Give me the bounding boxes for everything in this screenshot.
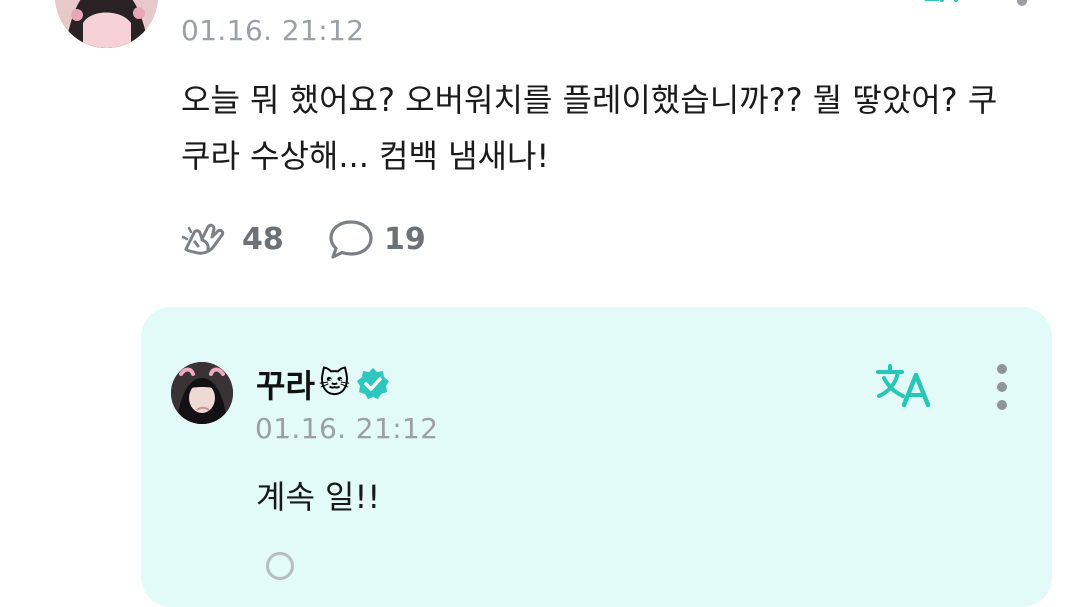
cheer-hands-icon [181, 223, 225, 255]
post-body: 오늘 뭐 했어요? 오버워치를 플레이했습니까?? 뭘 땋았어? 쿠쿠라 수상해… [181, 81, 998, 175]
verified-badge-icon [357, 368, 390, 399]
reply-author-name[interactable]: 꾸라 [256, 361, 315, 407]
post-timestamp: 01.16. 21:12 [181, 14, 365, 47]
more-dot [997, 400, 1007, 410]
reply-action-icon[interactable] [266, 552, 294, 580]
comment-count: 19 [384, 221, 426, 257]
reply-avatar[interactable] [171, 362, 233, 424]
translate-icon[interactable] [918, 0, 958, 8]
speech-bubble-icon [329, 220, 373, 259]
more-dot [997, 382, 1007, 392]
reply-avatar-image [171, 362, 233, 424]
reply-author: 꾸라 🐱 [256, 362, 390, 406]
like-button[interactable]: 48 [180, 218, 284, 260]
reply-body: 계속 일!! [256, 478, 381, 516]
avatar-image [55, 0, 158, 48]
avatar[interactable] [55, 0, 158, 48]
more-options-icon[interactable] [1017, 0, 1027, 6]
comment-button[interactable]: 19 [328, 218, 426, 260]
more-options-icon[interactable] [994, 364, 1010, 414]
like-count: 48 [242, 221, 284, 257]
cat-emoji-icon: 🐱 [318, 366, 351, 401]
more-dot [997, 364, 1007, 374]
reply-timestamp: 01.16. 21:12 [255, 412, 439, 445]
translate-icon[interactable] [876, 362, 934, 408]
